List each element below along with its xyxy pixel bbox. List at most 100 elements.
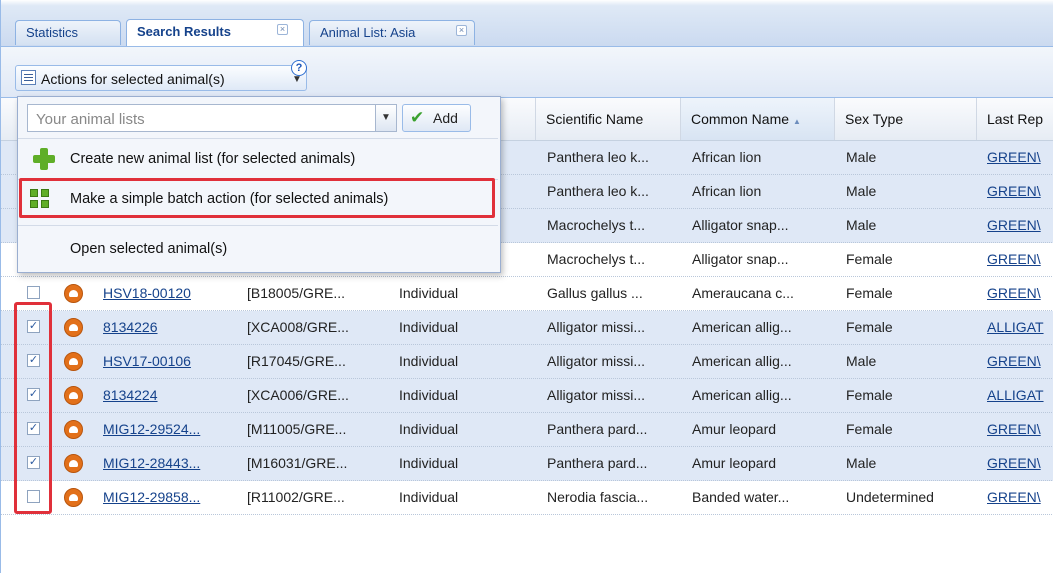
table-row[interactable]: ✓ HSV17-00106 [R17045/GRE... Individual Alli… [1,345,1053,379]
sex-type-cell: Female [846,387,893,403]
last-report-link[interactable]: ALLIGAT [987,387,1044,403]
tab-statistics[interactable]: Statistics [15,20,121,45]
close-tab-icon[interactable]: × [456,25,467,36]
scientific-name-cell: Nerodia fascia... [547,489,649,505]
scientific-name-cell: Gallus gallus ... [547,285,643,301]
menu-separator [18,138,498,139]
scientific-name-cell: Panthera pard... [547,455,648,471]
local-id-cell: [M11005/GRE... [247,421,347,437]
animal-id-link[interactable]: MIG12-29858... [103,489,200,505]
table-row[interactable]: HSV18-00120 [B18005/GRE... Individual Gallu… [1,277,1053,311]
table-row[interactable]: ✓ MIG12-29524... [M11005/GRE... Individual P… [1,413,1053,447]
common-name-cell: Ameraucana c... [692,285,794,301]
table-row[interactable]: ✓ 8134224 [XCA006/GRE... Individual Alligato… [1,379,1053,413]
record-type-cell: Individual [399,285,459,301]
sex-type-cell: Male [846,455,877,471]
last-report-link[interactable]: GREEN\ [987,217,1041,233]
last-report-link[interactable]: GREEN\ [987,421,1041,437]
column-header-label: Scientific Name [546,111,644,127]
tab-animal-list-asia[interactable]: Animal List: Asia × [309,20,475,45]
row-checkbox[interactable] [27,286,40,299]
record-type-cell: Individual [399,353,459,369]
animal-id-link[interactable]: HSV18-00120 [103,285,191,301]
record-type-cell: Individual [399,421,459,437]
last-report-link[interactable]: ALLIGAT [987,319,1044,335]
scientific-name-cell: Macrochelys t... [547,251,646,267]
sort-ascending-icon: ▲ [793,117,801,126]
batch-action-highlight-box [19,178,495,218]
common-name-cell: American allig... [692,387,792,403]
menu-item-create-list[interactable]: Create new animal list (for selected ani… [18,140,498,178]
scientific-name-cell: Panthera leo k... [547,183,649,199]
animal-icon[interactable] [64,454,83,473]
menu-item-open-selected[interactable]: Open selected animal(s) [18,230,498,268]
last-report-link[interactable]: GREEN\ [987,455,1041,471]
last-report-link[interactable]: GREEN\ [987,149,1041,165]
list-icon [21,70,36,85]
record-type-cell: Individual [399,489,459,505]
column-header-label: Sex Type [845,111,904,127]
close-tab-icon[interactable]: × [277,24,288,35]
tab-label: Animal List: Asia [320,25,416,40]
animal-icon[interactable] [64,284,83,303]
sex-type-cell: Female [846,251,893,267]
animal-id-link[interactable]: HSV17-00106 [103,353,191,369]
common-name-cell: Alligator snap... [692,217,789,233]
common-name-cell: American allig... [692,319,792,335]
table-row[interactable]: ✓ 8134226 [XCA008/GRE... Individual Alligato… [1,311,1053,345]
tab-search-results[interactable]: Search Results × [126,19,304,46]
common-name-cell: African lion [692,149,762,165]
local-id-cell: [XCA008/GRE... [247,319,349,335]
column-header-label: Common Name [691,111,790,127]
add-button[interactable]: ✔ Add [402,104,471,132]
animal-lists-combo[interactable]: Your animal lists ▼ [27,104,397,132]
tab-bar: Statistics Search Results × Animal List:… [1,0,1053,47]
tab-label: Search Results [137,24,231,39]
last-report-link[interactable]: GREEN\ [987,353,1041,369]
toolbar: Actions for selected animal(s) ▼ ? [1,47,1053,98]
chevron-down-icon[interactable]: ▼ [375,105,396,131]
actions-menu: Your animal lists ▼ ✔ Add Create new ani… [17,96,501,273]
menu-item-label: Create new animal list (for selected ani… [70,151,356,167]
animal-id-link[interactable]: 8134224 [103,387,158,403]
animal-id-link[interactable]: MIG12-28443... [103,455,200,471]
sex-type-cell: Female [846,285,893,301]
column-header-label: Last Rep [987,111,1044,127]
table-row[interactable]: MIG12-29858... [R11002/GRE... Individual Ne… [1,481,1053,515]
record-type-cell: Individual [399,319,459,335]
animal-id-link[interactable]: 8134226 [103,319,158,335]
plus-icon [33,148,55,170]
animal-icon[interactable] [64,488,83,507]
sex-type-cell: Undetermined [846,489,934,505]
sex-type-cell: Male [846,217,877,233]
animal-icon[interactable] [64,386,83,405]
sex-type-cell: Male [846,353,877,369]
animal-id-link[interactable]: MIG12-29524... [103,421,200,437]
local-id-cell: [XCA006/GRE... [247,387,349,403]
last-report-link[interactable]: GREEN\ [987,251,1041,267]
add-button-label: Add [433,110,458,126]
common-name-cell: Alligator snap... [692,251,789,267]
last-report-link[interactable]: GREEN\ [987,489,1041,505]
local-id-cell: [R17045/GRE... [247,353,346,369]
animal-icon[interactable] [64,318,83,337]
table-row[interactable]: ✓ MIG12-28443... [M16031/GRE... Individual P… [1,447,1053,481]
column-header-last-report[interactable]: Last Rep [976,98,1053,140]
sex-type-cell: Female [846,421,893,437]
help-icon[interactable]: ? [291,60,307,76]
last-report-link[interactable]: GREEN\ [987,285,1041,301]
sex-type-cell: Female [846,319,893,335]
animal-icon[interactable] [64,352,83,371]
animal-icon[interactable] [64,420,83,439]
last-report-link[interactable]: GREEN\ [987,183,1041,199]
scientific-name-cell: Alligator missi... [547,387,646,403]
column-header-scientific-name[interactable]: Scientific Name [535,98,680,140]
checkmark-icon: ✔ [410,108,425,127]
column-header-common-name[interactable]: Common Name ▲ [680,98,834,140]
menu-separator [18,225,498,226]
common-name-cell: Amur leopard [692,421,777,437]
local-id-cell: [B18005/GRE... [247,285,346,301]
actions-for-selected-button[interactable]: Actions for selected animal(s) ▼ [15,65,307,91]
column-header-sex-type[interactable]: Sex Type [834,98,976,140]
checkbox-highlight-box [14,302,52,514]
